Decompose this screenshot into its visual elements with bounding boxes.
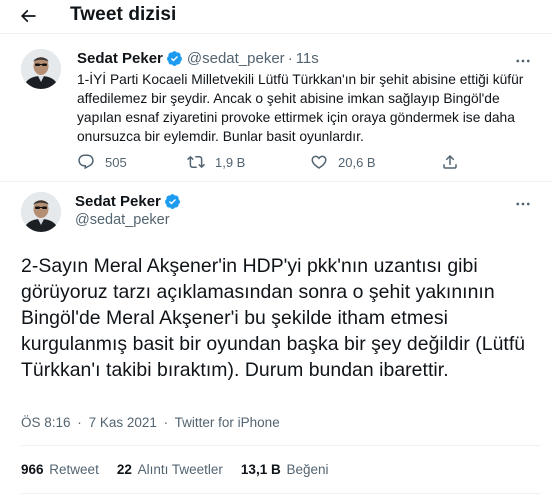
divider <box>21 493 541 494</box>
header: Tweet dizisi <box>0 0 553 32</box>
more-options-button[interactable] <box>513 51 533 71</box>
like-label: Beğeni <box>286 462 329 477</box>
back-button[interactable] <box>14 4 42 28</box>
tweet-text: 2-Sayın Meral Akşener'in HDP'yi pkk'nın … <box>21 255 526 381</box>
divider <box>21 445 541 446</box>
heart-icon <box>311 155 327 169</box>
tweet-date[interactable]: 7 Kas 2021 <box>89 415 157 430</box>
like-count: 20,6 B <box>338 154 376 170</box>
retweet-count: 1,9 B <box>215 154 246 170</box>
more-dots-icon <box>516 59 530 63</box>
avatar[interactable] <box>21 49 61 89</box>
tweet-actions: 505 1,9 B 20,6 B <box>77 150 467 174</box>
reply-count: 505 <box>105 154 127 170</box>
verified-badge-icon <box>166 50 183 67</box>
retweet-icon <box>187 155 205 169</box>
retweet-label: Retweet <box>49 462 99 477</box>
divider <box>0 33 553 34</box>
share-button[interactable] <box>441 150 459 174</box>
quote-count: 22 <box>116 462 132 477</box>
separator-dot: · <box>287 50 293 67</box>
retweet-button[interactable]: 1,9 B <box>187 150 245 174</box>
tweet-stats: 966 Retweet 22 Alıntı Tweetler 13,1 B Be… <box>21 462 347 477</box>
retweet-count: 966 <box>21 462 44 477</box>
author-handle[interactable]: @sedat_peker <box>187 50 285 67</box>
reply-icon <box>78 154 94 170</box>
author-name: Sedat Peker <box>75 193 161 210</box>
avatar[interactable] <box>21 192 61 232</box>
tweet-meta: ÖS 8:16 · 7 Kas 2021 · Twitter for iPhon… <box>21 415 280 430</box>
separator-dot: · <box>163 415 169 430</box>
more-dots-icon <box>516 202 530 206</box>
author-name[interactable]: Sedat Peker <box>77 50 163 67</box>
separator-dot: · <box>77 415 82 430</box>
tweet-text: 1-İYİ Parti Kocaeli Milletvekili Lütfü T… <box>77 72 524 144</box>
tweet-timestamp[interactable]: 11s <box>296 50 319 67</box>
tweet-source[interactable]: Twitter for iPhone <box>175 415 280 430</box>
page-title: Tweet dizisi <box>70 4 177 25</box>
author-handle[interactable]: @sedat_peker <box>75 212 170 228</box>
verified-badge-icon <box>164 193 181 210</box>
like-button[interactable]: 20,6 B <box>310 150 376 174</box>
like-count: 13,1 B <box>240 462 281 477</box>
likes-stat[interactable]: 13,1 B Beğeni <box>241 462 329 477</box>
quote-tweets-stat[interactable]: 22 Alıntı Tweetler <box>117 462 223 477</box>
tweet-time[interactable]: ÖS 8:16 <box>21 415 71 430</box>
retweets-stat[interactable]: 966 Retweet <box>21 462 99 477</box>
arrow-left-icon <box>20 9 36 23</box>
reply-button[interactable]: 505 <box>77 150 127 174</box>
divider <box>0 181 553 182</box>
tweet2-author[interactable]: Sedat Peker <box>75 193 181 210</box>
share-icon <box>443 154 457 169</box>
quote-label: Alıntı Tweetler <box>137 462 223 477</box>
tweet1-header: Sedat Peker @sedat_peker · 11s <box>77 50 319 67</box>
more-options-button[interactable] <box>513 194 533 214</box>
avatar-image <box>21 192 61 232</box>
avatar-image <box>21 49 61 89</box>
